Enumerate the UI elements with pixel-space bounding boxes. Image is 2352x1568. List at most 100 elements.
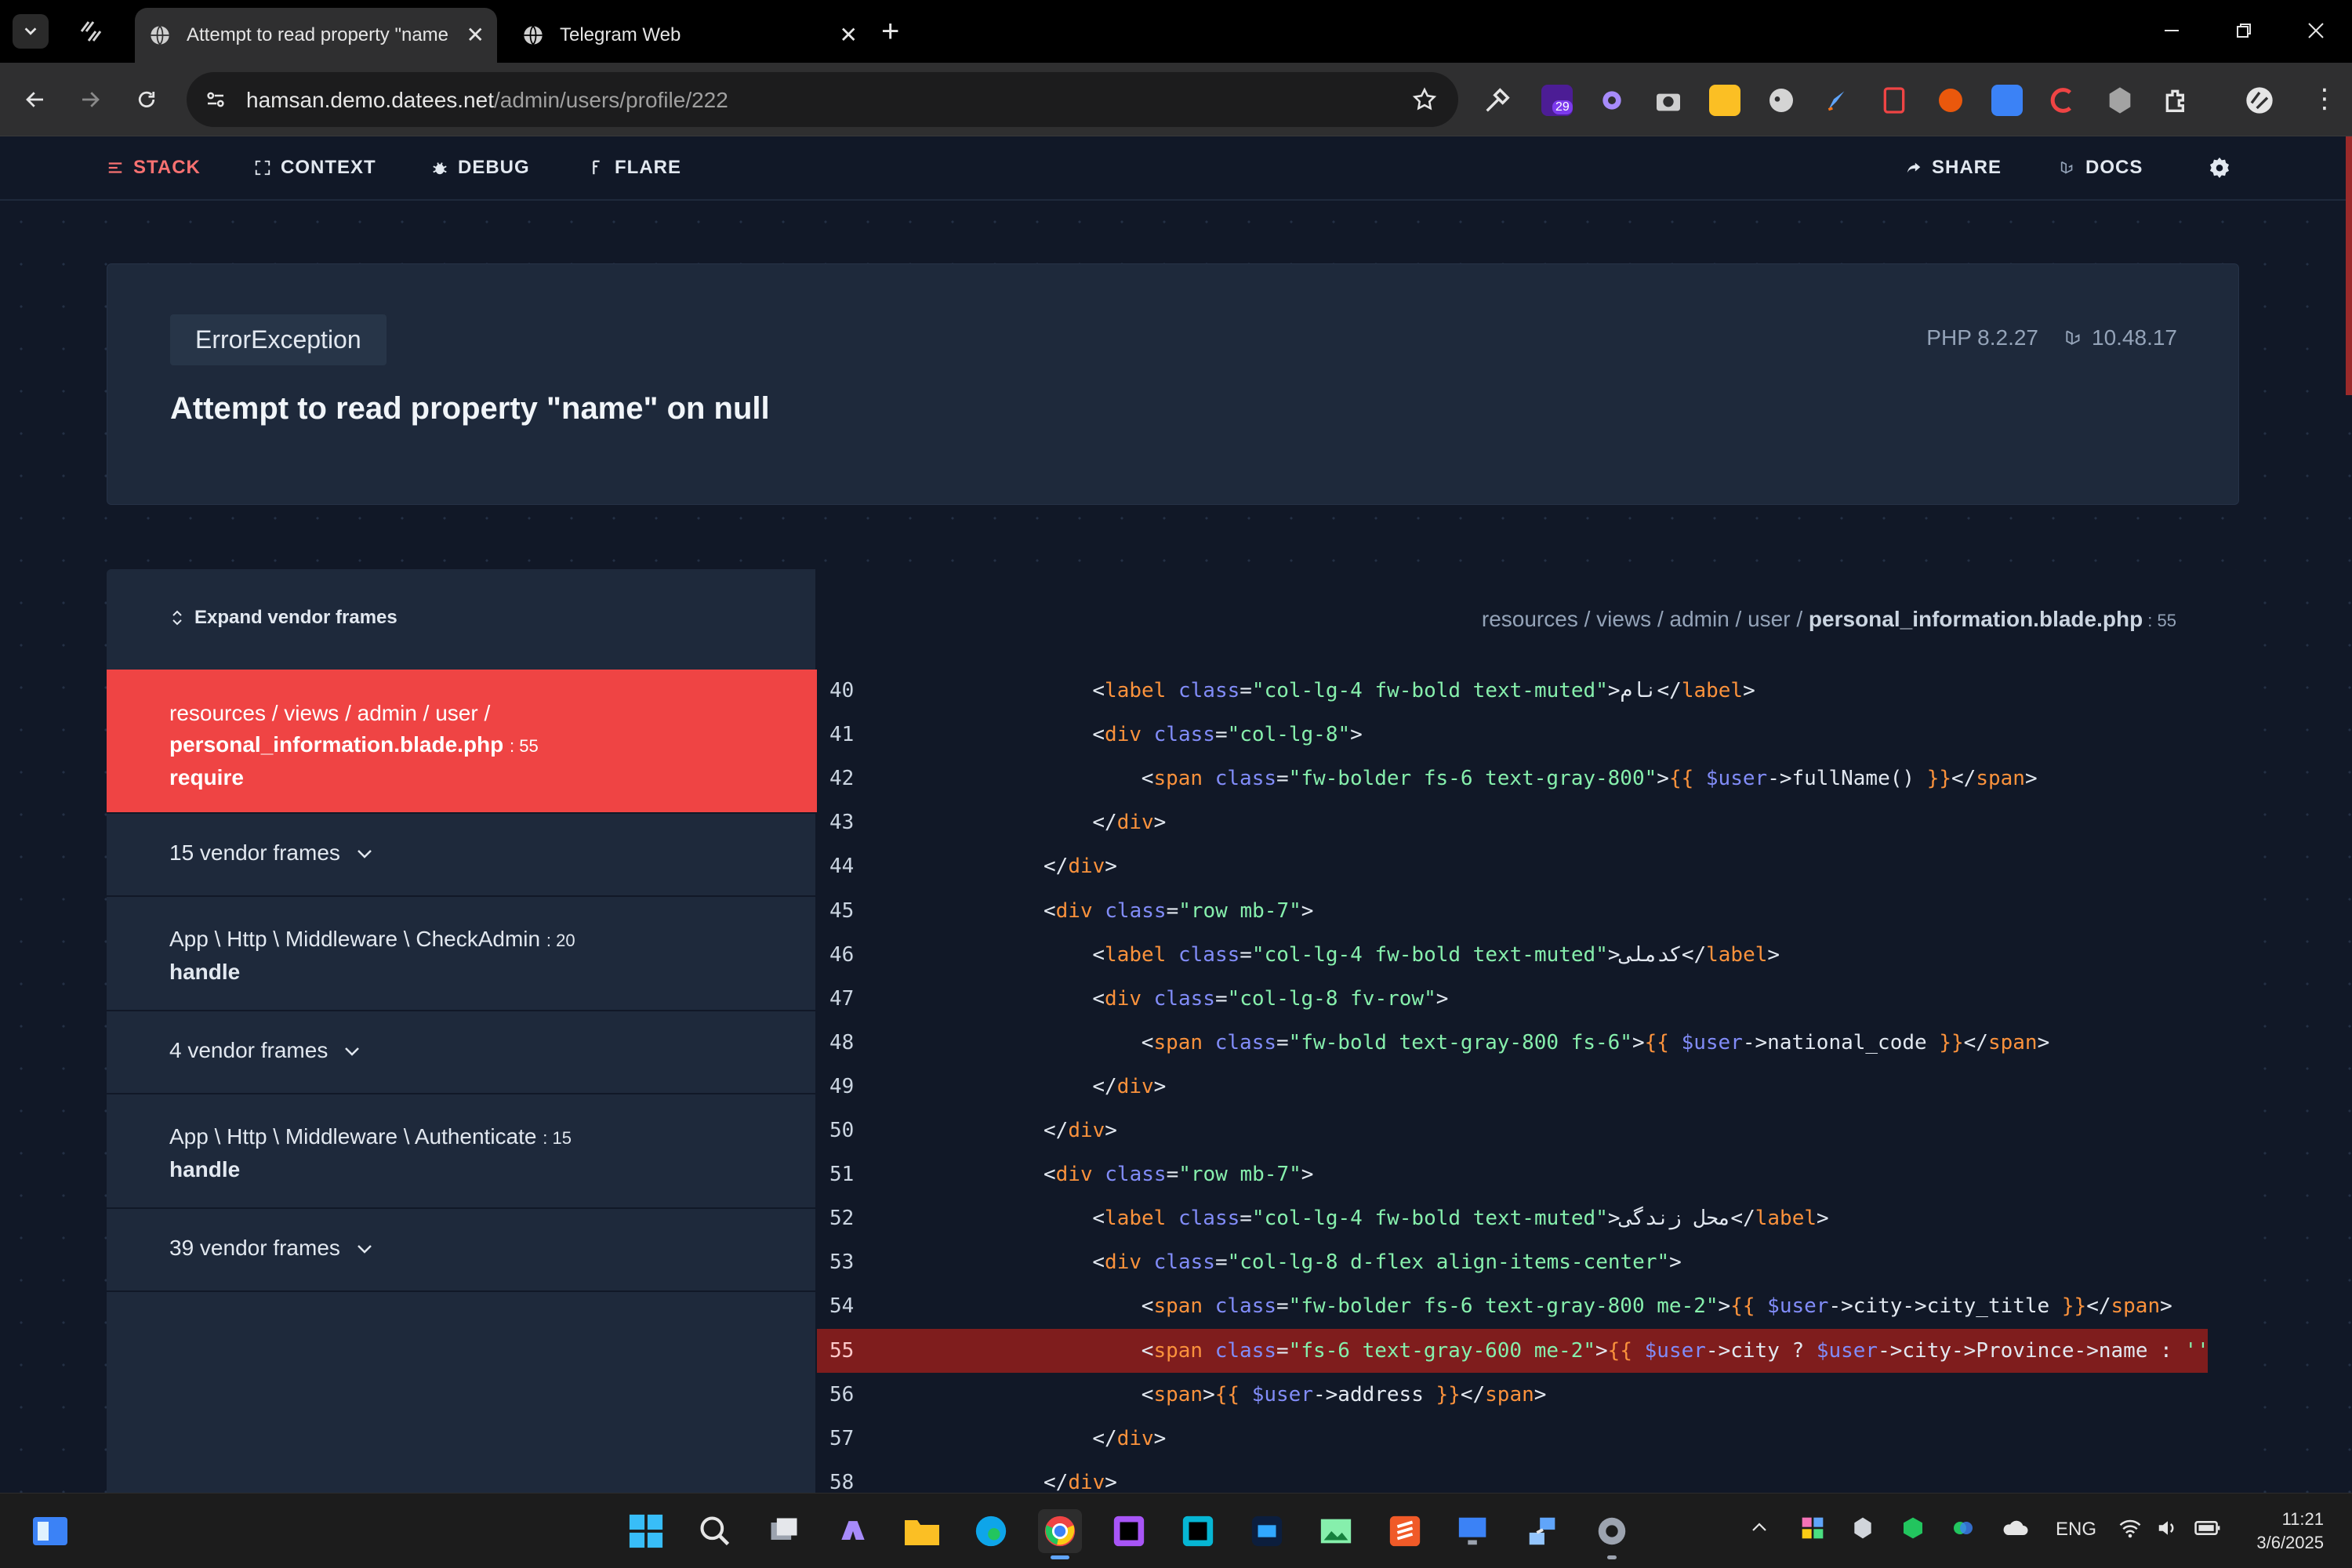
photoshop-app[interactable] — [1245, 1509, 1289, 1553]
tab-telegram[interactable]: Telegram Web ✕ — [508, 8, 870, 63]
volume-icon[interactable] — [2156, 1517, 2180, 1544]
code-token: > — [1153, 1426, 1167, 1450]
gear-extension-icon[interactable] — [1596, 85, 1628, 116]
extension-badge-icon[interactable]: 29 — [1541, 85, 1573, 116]
sublime-app[interactable] — [1383, 1509, 1427, 1553]
close-tab-icon[interactable]: ✕ — [466, 24, 485, 47]
code-token: div — [1068, 1470, 1105, 1493]
expand-vendor-frames-button[interactable]: Expand vendor frames — [169, 607, 397, 629]
code-token: = — [1166, 1163, 1179, 1187]
nav-share[interactable]: SHARE — [1905, 157, 2002, 179]
minimize-button[interactable] — [2148, 13, 2195, 49]
tray-app-icon[interactable] — [1900, 1515, 1926, 1546]
language-indicator[interactable]: ENG — [2056, 1519, 2096, 1541]
stack-frame[interactable]: App \ Http \ Middleware \ CheckAdmin : 2… — [107, 897, 817, 1011]
line-number: 41 — [829, 723, 855, 747]
restore-button[interactable] — [2220, 13, 2267, 49]
code-token: {{ — [1607, 1338, 1632, 1363]
line-number: 49 — [829, 1074, 855, 1098]
tray-app-icon[interactable] — [1800, 1515, 1825, 1546]
vendor-frames-group[interactable]: 4 vendor frames — [107, 1011, 817, 1094]
code-token: > — [2037, 1030, 2050, 1054]
remote-desktop-app[interactable] — [1452, 1509, 1496, 1553]
wifi-icon[interactable] — [2118, 1517, 2142, 1544]
network-tool-app[interactable] — [1521, 1509, 1565, 1553]
version-info: PHP 8.2.27 10.48.17 — [1926, 325, 2177, 350]
settings-app[interactable] — [1590, 1509, 1634, 1559]
line-number: 51 — [829, 1163, 855, 1187]
widgets-button[interactable] — [28, 1509, 72, 1553]
nav-stack[interactable]: STACK — [107, 157, 201, 179]
vendor-frames-group[interactable]: 15 vendor frames — [107, 814, 817, 897]
ignition-nav-bar: STACK CONTEXT DEBUG FLARE SHARE DOCS — [0, 136, 2352, 201]
start-button[interactable] — [624, 1509, 668, 1553]
phpstorm-app[interactable] — [1107, 1509, 1151, 1553]
stack-frame[interactable]: App \ Http \ Middleware \ Authenticate :… — [107, 1094, 817, 1209]
image-editor-app[interactable] — [1314, 1509, 1358, 1553]
site-info-icon[interactable] — [204, 88, 227, 111]
snippet-file-path[interactable]: resources / views / admin / user / perso… — [1482, 607, 2176, 632]
taskbar-clock[interactable]: 11:21 3/6/2025 — [2256, 1508, 2324, 1555]
nav-debug[interactable]: DEBUG — [431, 157, 530, 179]
vendor-frames-label: 39 vendor frames — [169, 1236, 340, 1260]
forward-button[interactable] — [71, 80, 110, 119]
c-extension-icon[interactable] — [2048, 85, 2079, 116]
exception-message: Attempt to read property "name" on null — [170, 391, 770, 426]
camera-extension-icon[interactable] — [1653, 85, 1684, 116]
battery-icon[interactable] — [2194, 1517, 2222, 1544]
workspace-logo-icon[interactable] — [77, 17, 105, 49]
task-view-button[interactable] — [762, 1509, 806, 1553]
browser-menu-icon[interactable]: ⋮ — [2311, 83, 2338, 114]
fi-extension-icon[interactable] — [1991, 85, 2023, 116]
chrome-app[interactable] — [1038, 1509, 1082, 1559]
vendor-frames-group[interactable]: 39 vendor frames — [107, 1209, 817, 1292]
stack-frame-selected[interactable]: resources / views / admin / user / perso… — [107, 670, 817, 814]
code-token: > — [1301, 898, 1314, 923]
back-button[interactable] — [16, 80, 55, 119]
frame-class: App \ Http \ Middleware \ Authenticate — [169, 1124, 537, 1149]
copilot-app[interactable] — [831, 1509, 875, 1553]
close-tab-icon[interactable]: ✕ — [840, 24, 858, 47]
onedrive-icon[interactable] — [2001, 1515, 2029, 1546]
nav-context-label: CONTEXT — [281, 157, 376, 178]
code-token: div — [1116, 811, 1154, 835]
hexagon-extension-icon[interactable] — [2104, 85, 2136, 116]
settings-button[interactable] — [2206, 155, 2233, 186]
tab-error-page[interactable]: Attempt to read property "name ✕ — [135, 8, 497, 63]
code-line: 44 </div> — [817, 844, 2208, 888]
code-token: < — [1092, 1207, 1105, 1231]
code-token: >کدملی</ — [1607, 942, 1707, 967]
face-extension-icon[interactable] — [1766, 85, 1797, 116]
tray-app-icon[interactable] — [1951, 1515, 1976, 1546]
code-token: >نام</ — [1607, 679, 1682, 702]
code-token: label — [1755, 1207, 1817, 1231]
code-token: = — [1276, 1294, 1289, 1319]
nav-flare[interactable]: FLARE — [588, 157, 681, 179]
tray-app-icon[interactable] — [1850, 1515, 1875, 1546]
tray-overflow-button[interactable] — [1750, 1519, 1769, 1541]
nav-docs[interactable]: DOCS — [2059, 157, 2143, 179]
close-window-button[interactable] — [2292, 13, 2339, 49]
file-explorer-app[interactable] — [900, 1509, 944, 1553]
bookmark-star-icon[interactable] — [1411, 86, 1438, 113]
address-bar[interactable]: hamsan.demo.datees.net/admin/users/profi… — [187, 72, 1458, 127]
code-token: > — [1203, 1382, 1215, 1406]
search-button[interactable] — [693, 1509, 737, 1553]
scraper-extension-icon[interactable] — [1935, 85, 1966, 116]
profile-avatar-icon[interactable] — [2244, 85, 2275, 116]
new-tab-button[interactable]: + — [881, 14, 899, 49]
page-scrollbar[interactable] — [2346, 136, 2352, 395]
notes-extension-icon[interactable] — [1709, 85, 1740, 116]
tab-search-button[interactable] — [13, 14, 49, 49]
nav-context[interactable]: CONTEXT — [254, 157, 376, 179]
rocket-extension-icon[interactable] — [1822, 85, 1853, 116]
webstorm-app[interactable] — [1176, 1509, 1220, 1553]
pdf-extension-icon[interactable] — [1878, 85, 1910, 116]
code-token: $user — [1251, 1382, 1313, 1406]
puzzle-extensions-icon[interactable] — [2161, 85, 2192, 116]
color-picker-extension-icon[interactable] — [1482, 85, 1513, 116]
nav-flare-label: FLARE — [615, 157, 681, 178]
reload-button[interactable] — [127, 80, 166, 119]
edge-app[interactable] — [969, 1509, 1013, 1553]
code-text: </div> — [1092, 800, 1166, 844]
